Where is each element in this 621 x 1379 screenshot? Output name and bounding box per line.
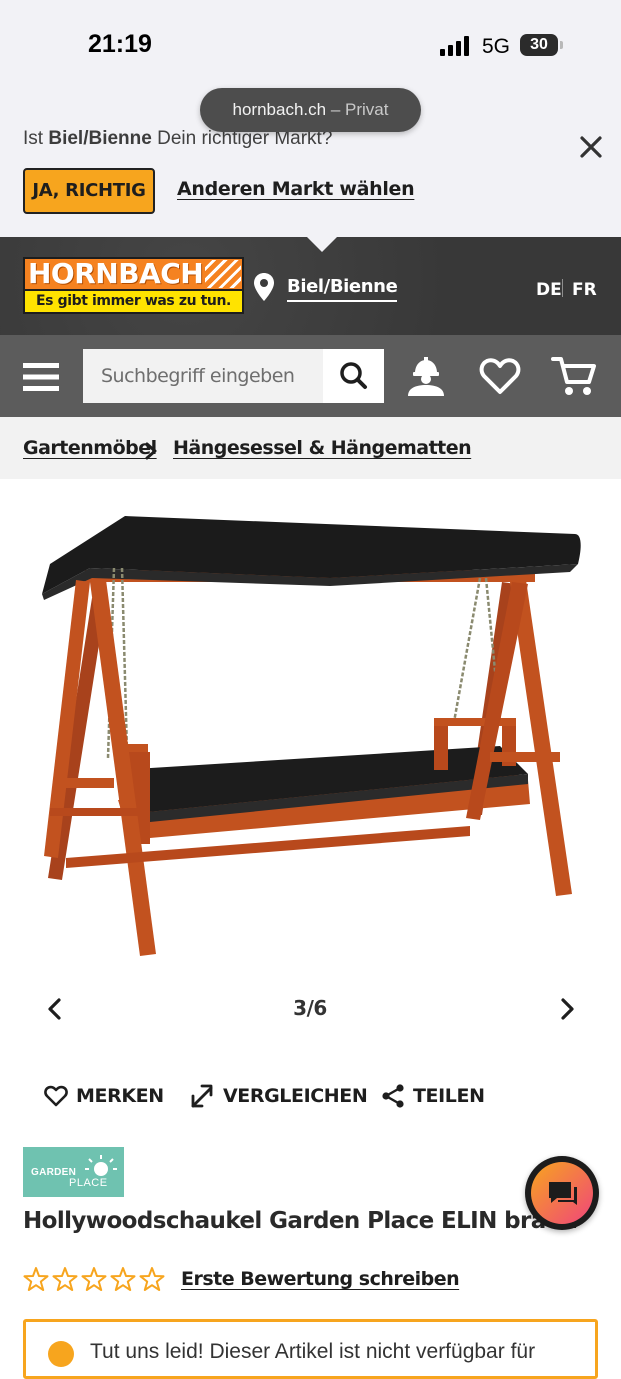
cart-icon[interactable] [551,354,597,398]
battery-level: 30 [530,36,548,53]
store-link[interactable]: Biel/Bienne [287,276,398,302]
brand-logo-sub: PLACE [69,1177,108,1189]
confirm-store-button[interactable]: JA, RICHTIG [23,168,155,214]
chevron-left-icon[interactable] [40,994,70,1024]
logo-stripes [205,260,241,288]
image-counter: 3/6 [293,996,327,1020]
store-name: Biel/Bienne [48,128,152,149]
battery-tip [560,41,563,49]
url-domain: hornbach.ch [232,100,327,119]
notice-text: Tut uns leid! Dieser Artikel ist nicht v… [90,1340,536,1363]
location-pin-icon[interactable] [253,272,275,302]
change-store-link[interactable]: Anderen Markt wählen [177,178,415,200]
battery-icon: 30 [520,34,558,56]
breadcrumb-haengesessel[interactable]: Hängesessel & Hängematten [173,437,472,459]
logo-slogan: Es gibt immer was zu tun. [25,291,242,312]
product-image-swing[interactable] [30,508,592,964]
share-label: TEILEN [413,1085,485,1107]
hamburger-menu-icon[interactable] [23,362,59,392]
warning-icon [48,1341,74,1367]
heart-icon [44,1085,68,1107]
wishlist-heart-icon[interactable] [479,356,521,396]
availability-notice: Tut uns leid! Dieser Artikel ist nicht v… [23,1319,598,1379]
compare-button[interactable]: VERGLEICHEN [189,1080,368,1112]
compare-icon [191,1084,213,1108]
network-label: 5G [482,35,511,58]
search-input[interactable] [83,349,323,403]
close-icon[interactable] [574,130,608,164]
product-title: Hollywoodschaukel Garden Place ELIN brau… [23,1208,578,1234]
breadcrumb-gartenmoebel[interactable]: Gartenmöbel [23,437,157,459]
language-fr[interactable]: FR [572,280,597,300]
hornbach-logo[interactable]: HORNBACH Es gibt immer was zu tun. [23,257,244,314]
star-empty-icon [81,1267,107,1291]
language-de[interactable]: DE [536,280,562,300]
share-button[interactable]: TEILEN [381,1080,485,1112]
star-empty-icon [23,1267,49,1291]
status-time: 21:19 [88,30,152,58]
write-review-link[interactable]: Erste Bewertung schreiben [181,1268,460,1290]
search-button[interactable] [323,349,384,403]
brand-logo-garden-place[interactable]: GARDEN PLACE [23,1147,124,1197]
save-to-wishlist-button[interactable]: MERKEN [44,1080,164,1112]
chevron-right-icon [143,441,159,461]
language-divider [562,279,563,297]
rating-stars[interactable] [23,1266,165,1292]
browser-url-pill[interactable]: hornbach.ch – Privat [200,88,421,132]
logo-name: HORNBACH [28,257,204,290]
banner-notch [307,237,337,252]
search-icon [340,362,367,389]
share-icon [382,1084,404,1108]
chat-button[interactable] [525,1156,599,1230]
signal-icon [440,36,472,56]
compare-label: VERGLEICHEN [223,1085,368,1107]
star-empty-icon [139,1267,165,1291]
url-mode: – Privat [330,100,389,119]
star-empty-icon [110,1267,136,1291]
account-icon[interactable] [404,354,448,398]
star-empty-icon [52,1267,78,1291]
chat-icon [549,1182,577,1205]
save-label: MERKEN [76,1085,164,1107]
chevron-right-icon[interactable] [552,994,582,1024]
